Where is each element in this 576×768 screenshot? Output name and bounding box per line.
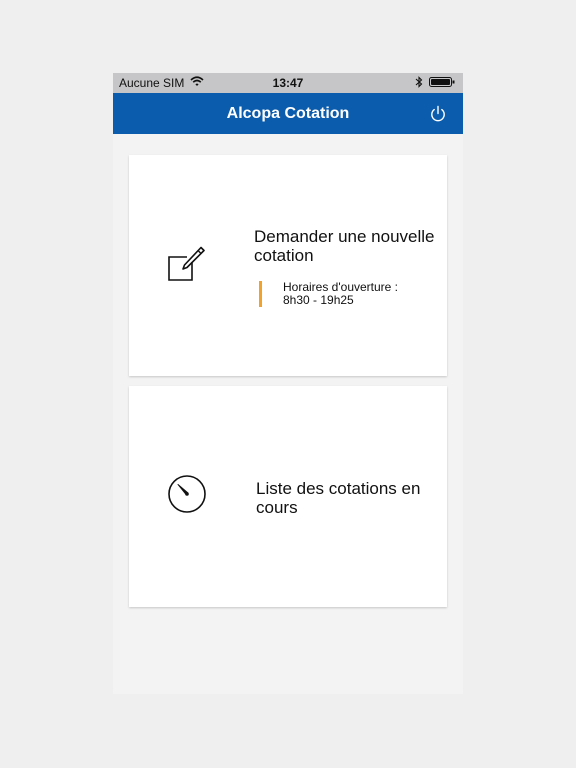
status-right <box>415 76 455 88</box>
quotes-list-title: Liste des cotations en cours <box>256 479 421 517</box>
logout-button[interactable] <box>429 105 447 123</box>
new-quote-card[interactable]: Demander une nouvelle cotation Horaires … <box>129 155 447 376</box>
nav-bar: Alcopa Cotation <box>113 93 463 134</box>
opening-hours: Horaires d'ouverture : 8h30 - 19h25 <box>259 281 434 307</box>
new-quote-title: Demander une nouvelle cotation <box>254 227 435 265</box>
quotes-list-card[interactable]: Liste des cotations en cours <box>129 386 447 607</box>
battery-icon <box>429 76 455 88</box>
bluetooth-icon <box>415 76 423 88</box>
edit-icon <box>167 245 205 283</box>
power-icon <box>431 105 445 122</box>
status-bar: Aucune SIM 13:47 <box>113 73 463 93</box>
page-title: Alcopa Cotation <box>226 105 350 122</box>
timer-icon <box>167 474 206 513</box>
app-screen: Aucune SIM 13:47 Alcopa Cotation Demande… <box>113 73 463 694</box>
opening-hours-value: 8h30 - 19h25 <box>283 293 354 307</box>
status-time: 13:47 <box>272 76 304 90</box>
